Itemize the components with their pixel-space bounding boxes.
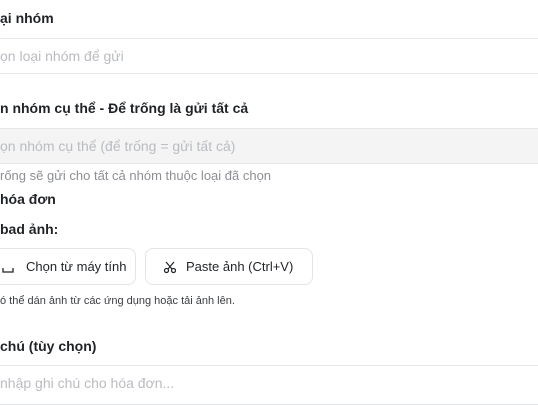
group-type-select[interactable]: ọn loại nhóm để gửi bbox=[0, 38, 538, 74]
specific-group-label: n nhóm cụ thể - Để trống là gửi tất cả bbox=[0, 100, 249, 116]
paste-button-label: Paste ảnh (Ctrl+V) bbox=[186, 259, 294, 274]
specific-group-hint: rống sẽ gửi cho tất cả nhóm thuộc loại đ… bbox=[0, 168, 272, 183]
note-placeholder: nhập ghi chú cho hóa đơn... bbox=[0, 375, 175, 391]
specific-group-select[interactable]: ọn nhóm cụ thể (để trống = gửi tất cả) bbox=[0, 128, 538, 164]
invoice-section-title: hóa đơn bbox=[0, 191, 56, 207]
paste-image-button[interactable]: Paste ảnh (Ctrl+V) bbox=[145, 248, 313, 285]
specific-group-placeholder: ọn nhóm cụ thể (để trống = gửi tất cả) bbox=[0, 138, 236, 154]
scissors-icon bbox=[163, 260, 177, 274]
note-label: chú (tùy chọn) bbox=[0, 338, 97, 354]
group-type-placeholder: ọn loại nhóm để gửi bbox=[0, 48, 124, 64]
group-type-label: ại nhóm bbox=[0, 10, 54, 26]
upload-icon bbox=[1, 260, 15, 274]
choose-button-label: Chọn từ máy tính bbox=[26, 259, 127, 274]
upload-label: bad ảnh: bbox=[0, 221, 59, 237]
upload-hint: ó thể dán ảnh từ các ứng dụng hoặc tải ả… bbox=[0, 295, 235, 307]
choose-from-computer-button[interactable]: Chọn từ máy tính bbox=[0, 248, 136, 285]
note-input[interactable]: nhập ghi chú cho hóa đơn... bbox=[0, 365, 538, 405]
